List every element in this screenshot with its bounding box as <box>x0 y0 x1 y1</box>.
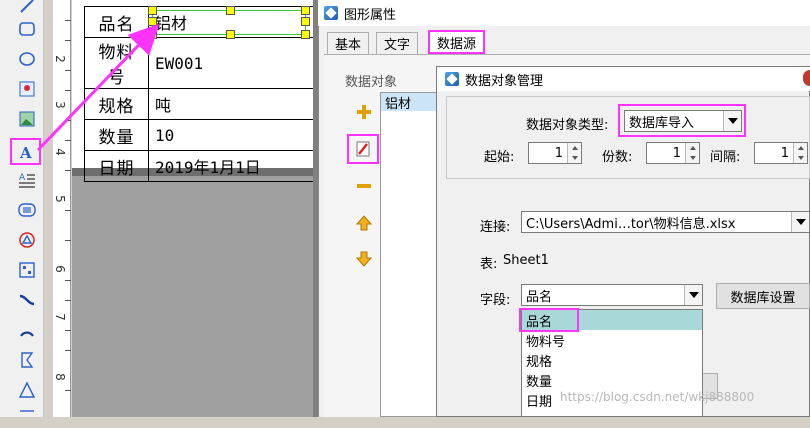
app-icon <box>324 6 338 20</box>
move-up-icon[interactable] <box>350 211 378 235</box>
list-item[interactable]: 规格 <box>522 350 702 370</box>
graphic-properties-titlebar[interactable]: 图形属性 <box>318 0 810 26</box>
rounded-rect-tool-icon[interactable] <box>13 17 40 41</box>
interval-value: 1 <box>780 145 789 161</box>
close-icon[interactable] <box>803 70 810 86</box>
picture-tool-icon[interactable] <box>13 107 40 131</box>
table-cell-key[interactable]: 规格 <box>84 88 149 120</box>
spin-arrows-icon[interactable] <box>567 143 581 163</box>
ruler-number: 4 <box>52 148 67 156</box>
data-objects-list[interactable]: 铝材 <box>380 92 440 417</box>
move-down-icon[interactable] <box>350 247 378 271</box>
tab-datasource[interactable]: 数据源 <box>428 30 486 54</box>
chevron-down-icon[interactable] <box>791 212 809 232</box>
table-value: Sheet1 <box>503 253 549 268</box>
ruler-number: 6 <box>52 265 67 273</box>
connection-select[interactable]: C:\Users\Admi…tor\物料信息.xlsx <box>521 211 810 233</box>
count-label: 份数: <box>602 150 633 165</box>
list-item[interactable]: 物料号 <box>522 330 702 350</box>
resize-handle[interactable] <box>226 6 235 15</box>
image-tool-icon[interactable] <box>13 77 40 101</box>
tab-basic[interactable]: 基本 <box>327 32 370 54</box>
tab-text[interactable]: 文字 <box>376 32 419 54</box>
triangle-tool-icon[interactable] <box>13 378 40 402</box>
table-cell-value[interactable]: EW001 <box>148 37 315 89</box>
resize-handle[interactable] <box>301 6 310 15</box>
table-row: 规格吨 <box>84 88 315 120</box>
list-item[interactable]: 数量 <box>522 370 702 390</box>
add-icon[interactable] <box>350 100 378 124</box>
curve-tool-icon[interactable] <box>13 288 40 312</box>
resize-handle[interactable] <box>148 30 157 39</box>
ruler-number: 5 <box>52 195 67 203</box>
start-value: 1 <box>554 145 563 161</box>
dialog-title: 数据对象管理 <box>465 73 544 89</box>
field-label: 字段: <box>480 293 511 308</box>
start-label: 起始: <box>484 150 515 165</box>
table-cell-key[interactable]: 物料号 <box>84 37 149 89</box>
spin-arrows-icon[interactable] <box>793 143 807 163</box>
resize-handle[interactable] <box>148 6 157 15</box>
spin-arrows-icon[interactable] <box>685 143 699 163</box>
vertical-ruler: 2 3 4 5 6 7 8 <box>53 0 71 417</box>
barcode-tool-icon[interactable] <box>13 198 40 222</box>
interval-stepper[interactable]: 1 <box>754 142 808 164</box>
left-toolbar: A A <box>0 0 44 417</box>
data-objects-label: 数据对象 <box>345 75 398 90</box>
ruler-number: 3 <box>52 101 67 109</box>
table-cell-value[interactable]: 2019年1月1日 <box>148 150 315 182</box>
dialog-title: 图形属性 <box>344 7 397 23</box>
field-value: 品名 <box>526 289 553 305</box>
ruler-number: 7 <box>52 313 67 321</box>
table-label: 表: <box>480 257 498 272</box>
resize-handle[interactable] <box>148 17 157 26</box>
qrcode-tool-icon[interactable] <box>13 258 40 282</box>
table-row: 数量 10 <box>84 119 315 151</box>
text-tool-icon[interactable]: A <box>10 138 41 165</box>
count-value: 1 <box>672 145 681 161</box>
highlight-box <box>519 308 579 332</box>
connection-value: C:\Users\Admi…tor\物料信息.xlsx <box>526 216 736 232</box>
resize-handle[interactable] <box>301 30 310 39</box>
more-tools-icon[interactable] <box>13 404 40 428</box>
db-settings-button[interactable]: 数据库设置 <box>716 283 810 309</box>
svg-text:A: A <box>19 144 32 161</box>
count-stepper[interactable]: 1 <box>646 142 700 164</box>
resize-handle[interactable] <box>301 17 310 26</box>
interval-label: 间隔: <box>710 150 741 165</box>
shape-tool-icon[interactable] <box>13 228 40 252</box>
ellipse-tool-icon[interactable] <box>13 47 40 71</box>
watermark: https://blog.csdn.net/wkj888800 <box>560 390 755 404</box>
table-cell-key[interactable]: 品名 <box>84 6 149 38</box>
type-label: 数据对象类型: <box>526 118 609 133</box>
resize-handle[interactable] <box>226 30 235 39</box>
table-row: 物料号 EW001 <box>84 37 315 89</box>
app-icon <box>445 72 459 86</box>
start-stepper[interactable]: 1 <box>528 142 582 164</box>
table-cell-key[interactable]: 数量 <box>84 119 149 151</box>
arc-tool-icon[interactable] <box>13 318 40 342</box>
remove-icon[interactable] <box>350 174 378 198</box>
ruler-number: 2 <box>52 55 67 63</box>
svg-text:A: A <box>19 173 26 183</box>
edit-icon[interactable] <box>347 134 379 164</box>
table-cell-value[interactable]: 10 <box>148 119 315 151</box>
list-item[interactable]: 铝材 <box>381 93 439 112</box>
multiline-text-tool-icon[interactable]: A <box>13 168 40 192</box>
connection-label: 连接: <box>480 220 511 235</box>
table-row: 日期 2019年1月1日 <box>84 150 315 182</box>
table-cell-value[interactable]: 吨 <box>148 88 315 120</box>
field-select[interactable]: 品名 <box>521 284 703 306</box>
line-tool-icon[interactable] <box>13 0 40 18</box>
chevron-down-icon[interactable] <box>684 285 702 305</box>
table-cell-key[interactable]: 日期 <box>84 150 149 182</box>
ruler-number: 8 <box>52 373 67 381</box>
data-object-manager-titlebar[interactable]: 数据对象管理 <box>437 67 810 91</box>
polygon-tool-icon[interactable] <box>13 348 40 372</box>
highlight-box <box>618 104 746 137</box>
